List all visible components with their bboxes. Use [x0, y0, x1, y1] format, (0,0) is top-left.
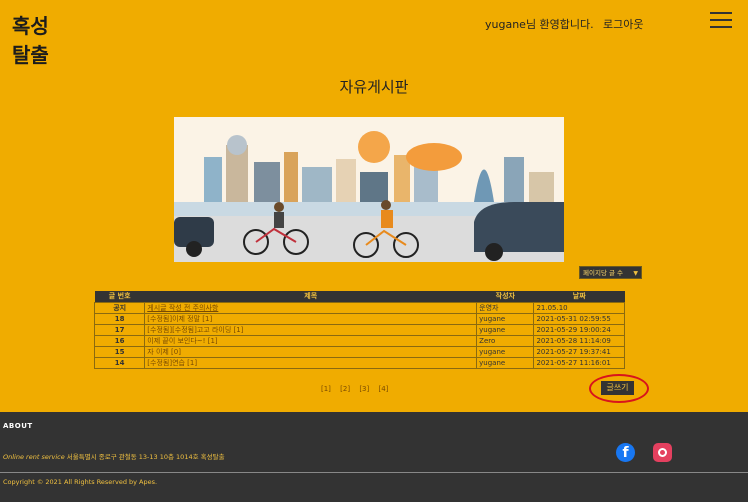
post-date: 2021-05-27 19:37:41 — [533, 345, 625, 358]
page-title: 자유게시판 — [339, 78, 409, 96]
footer: ABOUT Online rent service 서울특별시 종로구 관철동 … — [0, 412, 748, 502]
hero-illustration — [174, 117, 564, 262]
post-number: 공지 — [93, 301, 146, 314]
post-title-link[interactable]: 자 이제 [0] — [144, 345, 478, 358]
post-title-link[interactable]: [수정됨]이제 정말 [1] — [144, 312, 478, 325]
footer-copyright: Copyright © 2021 All Rights Reserved by … — [3, 478, 158, 486]
post-date: 2021-05-29 19:00:24 — [533, 323, 625, 336]
table-row: 15 자 이제 [0] yugane 2021-05-27 19:37:41 — [93, 345, 625, 358]
post-writer: yugane — [476, 312, 535, 325]
post-writer: yugane — [476, 323, 535, 336]
logo-line1: 혹성 — [12, 14, 49, 38]
posts-per-page-label: 페이지당 글 수 — [583, 269, 624, 277]
page-link-4[interactable]: [4] — [378, 385, 388, 393]
post-writer: Zero — [476, 334, 535, 347]
post-date: 21.05.10 — [533, 301, 625, 314]
table-row: 14 [수정됨]연습 [1] yugane 2021-05-27 11:16:0… — [93, 356, 625, 369]
column-header-writer: 작성자 — [476, 291, 534, 302]
logo-line2: 탈출 — [12, 43, 49, 67]
instagram-icon[interactable] — [653, 443, 672, 462]
table-row: 18 [수정됨]이제 정말 [1] yugane 2021-05-31 02:5… — [93, 312, 625, 325]
facebook-icon[interactable]: f — [616, 443, 635, 462]
post-title-link[interactable]: [수정됨][수정됨]고고 라이딩 [1] — [144, 323, 478, 336]
page-link-2[interactable]: [2] — [340, 385, 350, 393]
post-number: 14 — [93, 356, 146, 369]
post-writer: yugane — [476, 345, 535, 358]
page-link-3[interactable]: [3] — [359, 385, 369, 393]
post-title-link[interactable]: [수정됨]연습 [1] — [144, 356, 478, 369]
hamburger-menu-icon[interactable] — [710, 12, 732, 28]
post-date: 2021-05-27 11:16:01 — [533, 356, 625, 369]
page-link-1[interactable]: [1] — [321, 385, 331, 393]
post-date: 2021-05-28 11:14:09 — [533, 334, 625, 347]
board-table: 글 번호 제목 작성자 날짜 공지 게시글 작성 전 주의사항 운영자 21.0… — [93, 291, 625, 369]
table-row: 16 이제 끝이 보인다~! [1] Zero 2021-05-28 11:14… — [93, 334, 625, 347]
footer-divider — [0, 472, 748, 473]
footer-address: Online rent service 서울특별시 종로구 관철동 13-13 … — [3, 451, 225, 461]
column-header-date: 날짜 — [533, 291, 625, 302]
post-number: 15 — [93, 345, 146, 358]
post-writer: yugane — [476, 356, 535, 369]
write-post-button[interactable]: 글쓰기 — [601, 381, 634, 395]
logout-link[interactable]: 로그아웃 — [603, 16, 643, 32]
footer-service-name: Online rent service — [3, 453, 65, 461]
site-logo[interactable]: 혹성 탈출 — [12, 12, 49, 70]
footer-about-heading: ABOUT — [3, 422, 33, 430]
post-title-link[interactable]: 게시글 작성 전 주의사항 — [144, 301, 478, 314]
post-number: 18 — [93, 312, 146, 325]
welcome-text: yugane님 환영합니다. — [485, 18, 594, 31]
table-row: 17 [수정됨][수정됨]고고 라이딩 [1] yugane 2021-05-2… — [93, 323, 625, 336]
column-header-number: 글 번호 — [94, 291, 145, 302]
pagination: [1] [2] [3] [4] — [321, 385, 395, 393]
table-row: 공지 게시글 작성 전 주의사항 운영자 21.05.10 — [93, 301, 625, 314]
post-date: 2021-05-31 02:59:55 — [533, 312, 625, 325]
posts-per-page-select[interactable]: 페이지당 글 수 ▼ — [579, 266, 642, 279]
post-number: 16 — [93, 334, 146, 347]
footer-address-text: 서울특별시 종로구 관철동 13-13 10층 1014호 혹성탈출 — [64, 453, 225, 461]
column-header-title: 제목 — [144, 291, 477, 302]
chevron-down-icon: ▼ — [633, 270, 638, 277]
post-title-link[interactable]: 이제 끝이 보인다~! [1] — [144, 334, 478, 347]
post-number: 17 — [93, 323, 146, 336]
post-writer: 운영자 — [476, 301, 535, 314]
